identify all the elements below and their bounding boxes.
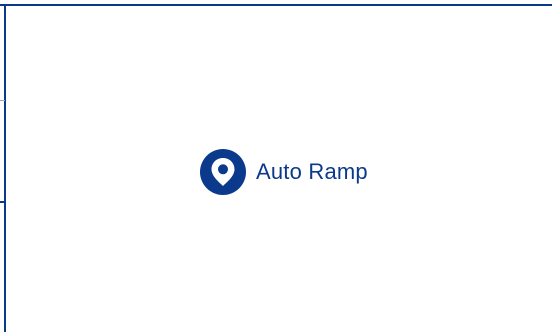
panel-divider-tick [0,100,5,101]
panel-divider-tick [0,201,5,203]
map-panel: Auto Ramp [0,0,552,332]
map-pin-icon [200,149,246,195]
location-marker-auto-ramp[interactable]: Auto Ramp [200,149,368,195]
panel-border-left [4,4,6,332]
location-label: Auto Ramp [256,159,368,184]
panel-border-top [0,4,552,6]
